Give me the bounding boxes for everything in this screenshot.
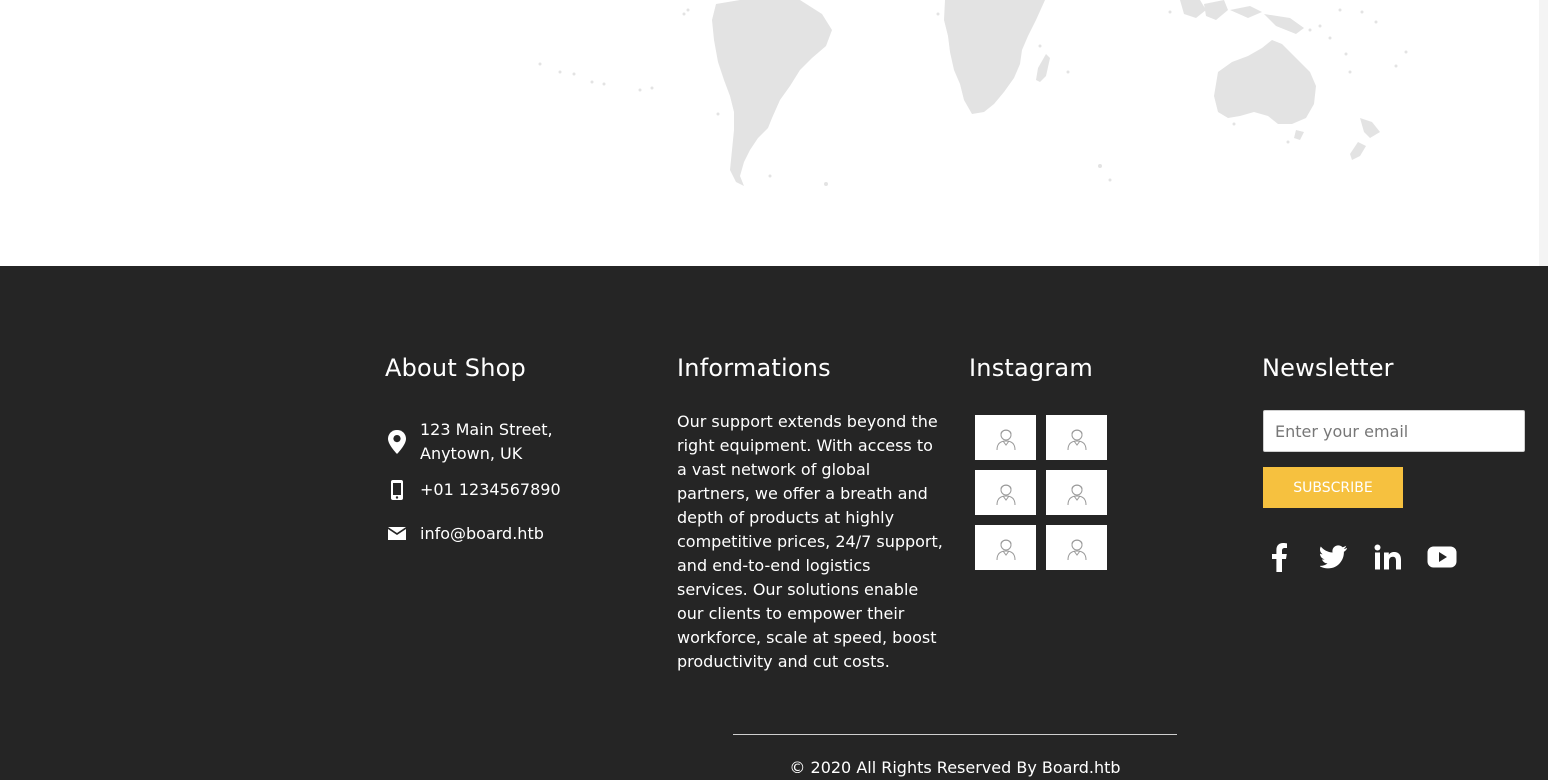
address-text: 123 Main Street, Anytown, UK	[420, 418, 553, 466]
footer-divider	[733, 734, 1177, 735]
copyright-text: © 2020 All Rights Reserved By Board.htb	[789, 758, 1121, 777]
map-pin-icon	[385, 430, 409, 454]
site-footer: About Shop 123 Main Street, Anytown, UK …	[0, 266, 1548, 780]
address-line2: Anytown, UK	[420, 444, 523, 463]
informations-text: Our support extends beyond the right equ…	[677, 412, 943, 671]
facebook-icon[interactable]	[1262, 540, 1296, 574]
youtube-icon[interactable]	[1425, 540, 1459, 574]
email-text[interactable]: info@board.htb	[420, 522, 544, 546]
person-avatar-icon	[1067, 429, 1086, 450]
instagram-image[interactable]	[1046, 415, 1107, 460]
about-shop-title: About Shop	[385, 354, 526, 382]
phone-row: +01 1234567890	[385, 478, 561, 502]
email-row: info@board.htb	[385, 522, 544, 546]
linkedin-icon[interactable]	[1371, 540, 1405, 574]
instagram-image[interactable]	[1046, 525, 1107, 570]
twitter-icon[interactable]	[1317, 540, 1351, 574]
person-avatar-icon	[996, 429, 1015, 450]
instagram-title: Instagram	[969, 354, 1093, 382]
world-map	[538, 0, 1408, 186]
newsletter-title: Newsletter	[1262, 354, 1394, 382]
envelope-icon	[385, 522, 409, 546]
informations-title: Informations	[677, 354, 831, 382]
newsletter-email-input[interactable]	[1263, 410, 1525, 452]
world-map-section	[0, 0, 1539, 266]
person-avatar-icon	[996, 539, 1015, 560]
person-avatar-icon	[1067, 539, 1086, 560]
instagram-image[interactable]	[975, 525, 1036, 570]
person-avatar-icon	[996, 484, 1015, 505]
instagram-image[interactable]	[1046, 470, 1107, 515]
mobile-phone-icon	[385, 478, 409, 502]
instagram-image[interactable]	[975, 470, 1036, 515]
instagram-image[interactable]	[975, 415, 1036, 460]
phone-text[interactable]: +01 1234567890	[420, 478, 561, 502]
person-avatar-icon	[1067, 484, 1086, 505]
subscribe-button[interactable]: SUBSCRIBE	[1263, 467, 1403, 508]
address-row: 123 Main Street, Anytown, UK	[385, 418, 553, 466]
scrollbar-track[interactable]	[1539, 0, 1548, 266]
address-line1: 123 Main Street,	[420, 420, 553, 439]
